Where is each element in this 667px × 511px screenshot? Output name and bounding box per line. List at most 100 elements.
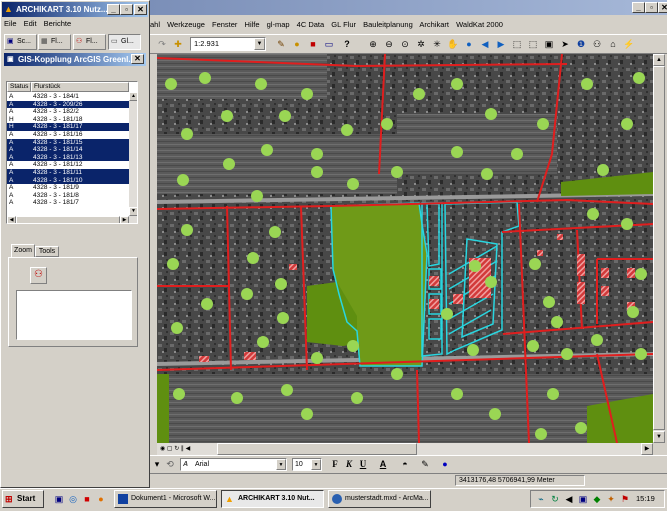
- table-row[interactable]: A 4328 - 3 - 181/12: [7, 161, 129, 169]
- menu-waldkat[interactable]: WaldKat 2000: [456, 20, 503, 29]
- map-horizontal-scrollbar[interactable]: ◉ ▢ ↻ ∥ ◀ ▶: [157, 443, 653, 455]
- list-scroll-down-arrow[interactable]: ▼: [129, 207, 137, 216]
- hscroll-thumb[interactable]: [217, 443, 417, 455]
- menu-bauleitplanung[interactable]: Bauleitplanung: [363, 20, 413, 29]
- measure-icon[interactable]: ⌂: [606, 37, 620, 51]
- window-icon[interactable]: ▭: [322, 37, 336, 51]
- find-binoculars-icon[interactable]: ⚇: [590, 37, 604, 51]
- speaker-icon[interactable]: ◀: [562, 492, 576, 506]
- task-word[interactable]: Dokument1 - Microsoft W...: [114, 490, 217, 508]
- font-color-button[interactable]: A: [376, 457, 390, 471]
- main-close-button[interactable]: ✕: [658, 2, 667, 13]
- list-scroll-up-arrow[interactable]: ▲: [129, 92, 137, 101]
- chevron-down-icon[interactable]: ▼: [254, 38, 265, 50]
- hyperlink-icon[interactable]: ⚡: [622, 37, 636, 51]
- main-minimize-button[interactable]: _: [632, 2, 645, 13]
- scroll-up-arrow[interactable]: ▲: [653, 54, 665, 66]
- front-minimize-button[interactable]: _: [107, 4, 120, 15]
- tray-flag-icon[interactable]: ⚑: [618, 492, 632, 506]
- antivirus-icon[interactable]: ◆: [590, 492, 604, 506]
- list-vertical-scrollbar[interactable]: ▲ ▼: [129, 92, 137, 216]
- menu-berichte[interactable]: Berichte: [44, 19, 72, 28]
- table-row[interactable]: A 4328 - 3 - 181/13: [7, 153, 129, 162]
- menu-hilfe[interactable]: Hilfe: [245, 20, 260, 29]
- italic-button[interactable]: K: [342, 457, 356, 471]
- column-header-status[interactable]: Status: [7, 82, 31, 92]
- menu-gl-flur[interactable]: GL Flur: [331, 20, 356, 29]
- map-view[interactable]: [157, 54, 653, 443]
- menu-edit[interactable]: Edit: [24, 19, 37, 28]
- front-restore-button[interactable]: ▫: [120, 4, 133, 15]
- back-icon[interactable]: ◀: [478, 37, 492, 51]
- panel-close-button[interactable]: ✕: [131, 54, 144, 64]
- menu-wahl[interactable]: ahl: [150, 20, 160, 29]
- list-hscroll-thumb[interactable]: [16, 216, 120, 223]
- fill-color-icon[interactable]: ◓: [398, 457, 412, 471]
- show-desktop-icon[interactable]: ▣: [52, 492, 66, 506]
- menu-werkzeuge[interactable]: Werkzeuge: [167, 20, 205, 29]
- hscroll-right-arrow[interactable]: ▶: [641, 443, 653, 455]
- menu-4c-data[interactable]: 4C Data: [297, 20, 325, 29]
- font-size-chevron-icon[interactable]: ▼: [311, 459, 321, 470]
- identify-icon[interactable]: ❶: [574, 37, 588, 51]
- tray-app-icon[interactable]: ✦: [604, 492, 618, 506]
- front-close-button[interactable]: ✕: [134, 4, 147, 15]
- task-arcmap[interactable]: musterstadt.mxd - ArcMa...: [328, 490, 431, 508]
- font-name-select[interactable]: A Arial ▼: [180, 458, 287, 471]
- tab-sc[interactable]: ▣ Sc...: [4, 34, 37, 50]
- table-row[interactable]: A 4328 - 3 - 181/11: [7, 168, 129, 177]
- add-data-icon[interactable]: ✚: [171, 37, 185, 51]
- zoom-out-icon[interactable]: ⊖: [382, 37, 396, 51]
- scroll-down-arrow[interactable]: ▼: [653, 431, 665, 443]
- table-row[interactable]: A 4328 - 3 - 181/8: [7, 192, 129, 200]
- tab-gl[interactable]: ▭ Gl...: [108, 34, 141, 50]
- tab-fl-2[interactable]: ⚇ Fl...: [73, 34, 106, 50]
- table-row[interactable]: H 4328 - 3 - 181/18: [7, 116, 129, 124]
- tab-tools[interactable]: Tools: [35, 246, 59, 257]
- drop-down-arrow-icon[interactable]: ▾: [150, 457, 164, 471]
- table-row[interactable]: A 4328 - 3 - 182/2: [7, 108, 129, 116]
- zoom-binoculars-button[interactable]: ⚇: [30, 267, 47, 284]
- table-row[interactable]: A 4328 - 3 - 181/16: [7, 131, 129, 139]
- scale-select[interactable]: 1:2.931 ▼: [190, 37, 266, 51]
- marker-color-icon[interactable]: ●: [438, 457, 452, 471]
- menu-gl-map[interactable]: gl-map: [267, 20, 290, 29]
- table-row[interactable]: A 4328 - 3 - 184/1: [7, 93, 129, 101]
- monitor-icon[interactable]: ▣: [576, 492, 590, 506]
- font-name-chevron-icon[interactable]: ▼: [276, 459, 286, 470]
- browser-icon[interactable]: ◎: [66, 492, 80, 506]
- scroll-thumb[interactable]: [653, 66, 665, 430]
- table-row[interactable]: A 4328 - 3 - 181/7: [7, 199, 129, 207]
- clear-selection-icon[interactable]: ⬚: [526, 37, 540, 51]
- network-icon[interactable]: ⌁: [534, 492, 548, 506]
- redo-icon[interactable]: ↷: [155, 37, 169, 51]
- toolbox-icon[interactable]: ■: [306, 37, 320, 51]
- table-row[interactable]: A 4328 - 3 - 181/9: [7, 184, 129, 192]
- main-restore-button[interactable]: ▫: [645, 2, 658, 13]
- whats-this-icon[interactable]: ?: [340, 37, 354, 51]
- table-row[interactable]: A 4328 - 3 - 181/14: [7, 146, 129, 154]
- forward-icon[interactable]: ▶: [494, 37, 508, 51]
- bold-button[interactable]: F: [328, 457, 342, 471]
- table-row[interactable]: A 4328 - 3 - 181/10: [7, 176, 129, 185]
- line-color-icon[interactable]: ✎: [418, 457, 432, 471]
- column-header-flurstueck[interactable]: Flurstück: [31, 82, 129, 92]
- red-app-icon[interactable]: ■: [80, 492, 94, 506]
- underline-button[interactable]: U: [356, 457, 370, 471]
- font-size-select[interactable]: 10 ▼: [292, 458, 322, 471]
- full-extent-icon[interactable]: ●: [462, 37, 476, 51]
- table-row[interactable]: A 4328 - 3 - 181/15: [7, 138, 129, 147]
- select-elements-icon[interactable]: ▣: [542, 37, 556, 51]
- table-row[interactable]: H 4328 - 3 - 181/17: [7, 123, 129, 131]
- parcel-list[interactable]: Status Flurstück A 4328 - 3 - 184/1 A 4328 …: [6, 81, 138, 224]
- fixed-zoom-icon[interactable]: ✳: [430, 37, 444, 51]
- start-button[interactable]: ⊞ Start: [2, 490, 44, 508]
- editor-toolbar-icon[interactable]: ✎: [274, 37, 288, 51]
- pointer-arrow-icon[interactable]: ➤: [558, 37, 572, 51]
- table-row[interactable]: A 4328 - 3 - 209/26: [7, 100, 129, 109]
- firefox-icon[interactable]: ●: [94, 492, 108, 506]
- catalog-icon[interactable]: ●: [290, 37, 304, 51]
- pan-hand-icon[interactable]: ✋: [446, 37, 460, 51]
- tab-zoom[interactable]: Zoom: [11, 244, 35, 257]
- zoom-in-icon[interactable]: ⊕: [366, 37, 380, 51]
